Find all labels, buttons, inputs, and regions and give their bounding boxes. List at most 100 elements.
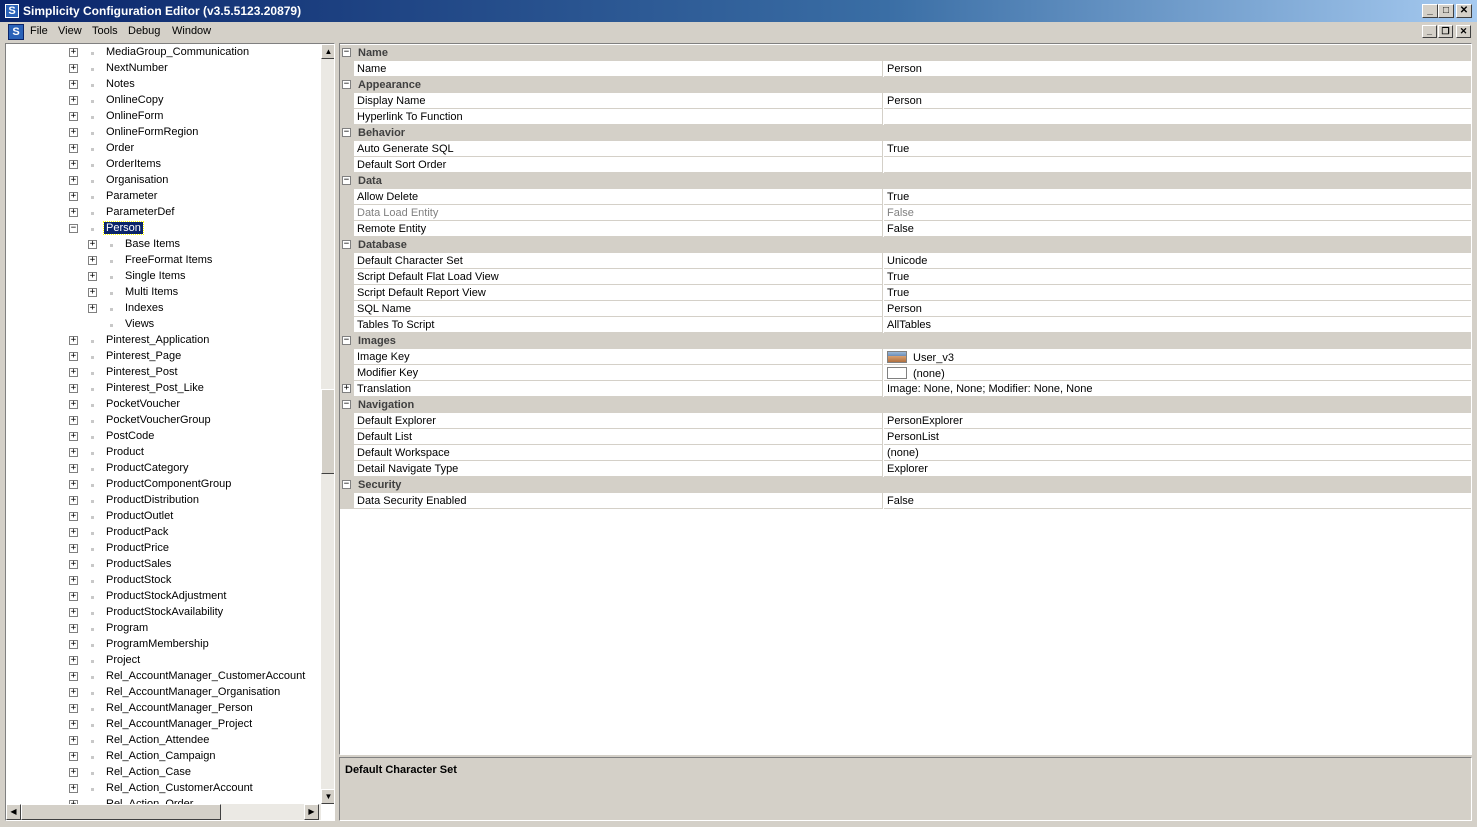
expand-icon[interactable]: + (69, 432, 78, 441)
property-name[interactable]: Tables To Script (354, 317, 883, 333)
tree-item-label[interactable]: Single Items (123, 270, 188, 282)
property-name[interactable]: Translation (354, 381, 883, 397)
menu-debug[interactable]: Debug (128, 25, 160, 37)
tree-item[interactable]: + PocketVoucherGroup (6, 413, 320, 429)
tree-item[interactable]: + Rel_AccountManager_Project (6, 717, 320, 733)
tree-item-label[interactable]: Rel_AccountManager_Project (104, 718, 254, 730)
tree-item-label[interactable]: Rel_Action_CustomerAccount (104, 782, 255, 794)
expand-icon[interactable]: + (88, 304, 97, 313)
tree-item[interactable]: + Pinterest_Application (6, 333, 320, 349)
tree-item[interactable]: + Notes (6, 77, 320, 93)
property-row[interactable]: Image Key User_v3 (340, 349, 1471, 365)
property-value[interactable]: (none) (884, 445, 1471, 461)
property-category[interactable]: − Security (340, 477, 1471, 493)
expand-icon[interactable]: + (69, 336, 78, 345)
tree-item-label[interactable]: ProductStock (104, 574, 173, 586)
tree-item-label[interactable]: Person (103, 221, 144, 235)
tree-item-label[interactable]: Notes (104, 78, 137, 90)
tree-item-label[interactable]: Rel_Action_Campaign (104, 750, 217, 762)
scroll-left-icon[interactable]: ◀ (6, 804, 21, 820)
tree-item-label[interactable]: OrderItems (104, 158, 163, 170)
expand-icon[interactable]: + (342, 384, 351, 393)
tree-item-label[interactable]: Rel_AccountManager_Person (104, 702, 255, 714)
tree-item-label[interactable]: PocketVoucher (104, 398, 182, 410)
tree-item[interactable]: + MediaGroup_Communication (6, 45, 320, 61)
property-row[interactable]: Detail Navigate Type Explorer (340, 461, 1471, 477)
expand-icon[interactable]: + (69, 720, 78, 729)
tree-item-label[interactable]: Rel_Action_Case (104, 766, 193, 778)
tree-item[interactable]: + ProductOutlet (6, 509, 320, 525)
property-name[interactable]: Auto Generate SQL (354, 141, 883, 157)
property-row[interactable]: Hyperlink To Function (340, 109, 1471, 125)
tree-item[interactable]: + Rel_Action_Case (6, 765, 320, 781)
tree-item[interactable]: + Rel_Action_Campaign (6, 749, 320, 765)
tree-item[interactable]: + Rel_AccountManager_Person (6, 701, 320, 717)
property-name[interactable]: Detail Navigate Type (354, 461, 883, 477)
collapse-icon[interactable]: − (342, 48, 351, 57)
collapse-icon[interactable]: − (342, 240, 351, 249)
tree-item[interactable]: + ProductCategory (6, 461, 320, 477)
tree-item[interactable]: + ProductPrice (6, 541, 320, 557)
property-category[interactable]: − Appearance (340, 77, 1471, 93)
tree-item-label[interactable]: ProductSales (104, 558, 173, 570)
property-row[interactable]: SQL Name Person (340, 301, 1471, 317)
tree-item[interactable]: + Rel_AccountManager_Organisation (6, 685, 320, 701)
property-name[interactable]: Default Sort Order (354, 157, 883, 173)
maximize-button[interactable]: □ (1438, 4, 1454, 18)
tree-item-label[interactable]: Multi Items (123, 286, 180, 298)
tree-item[interactable]: + FreeFormat Items (6, 253, 320, 269)
property-value[interactable]: PersonExplorer (884, 413, 1471, 429)
property-category[interactable]: − Name (340, 45, 1471, 61)
tree-item[interactable]: + Pinterest_Post (6, 365, 320, 381)
document-icon[interactable]: S (8, 24, 24, 40)
property-value[interactable] (884, 157, 1471, 173)
expand-icon[interactable]: + (69, 576, 78, 585)
property-row[interactable]: Auto Generate SQL True (340, 141, 1471, 157)
tree-item[interactable]: + PostCode (6, 429, 320, 445)
property-name[interactable]: SQL Name (354, 301, 883, 317)
collapse-icon[interactable]: − (342, 400, 351, 409)
property-value[interactable]: User_v3 (884, 349, 1471, 365)
expand-icon[interactable]: + (69, 688, 78, 697)
property-category[interactable]: − Behavior (340, 125, 1471, 141)
property-category[interactable]: − Images (340, 333, 1471, 349)
expand-icon[interactable]: + (69, 464, 78, 473)
expand-icon[interactable]: + (88, 272, 97, 281)
expand-icon[interactable]: + (69, 592, 78, 601)
scroll-thumb[interactable] (321, 389, 334, 474)
tree-item-label[interactable]: Rel_Action_Attendee (104, 734, 211, 746)
tree-item-label[interactable]: ProductPack (104, 526, 170, 538)
expand-icon[interactable]: + (69, 400, 78, 409)
tree-item[interactable]: + Rel_Action_CustomerAccount (6, 781, 320, 797)
expand-icon[interactable]: + (69, 640, 78, 649)
tree-item[interactable]: + Rel_Action_Order (6, 797, 320, 804)
property-row[interactable]: Default Workspace (none) (340, 445, 1471, 461)
tree-item[interactable]: + PocketVoucher (6, 397, 320, 413)
hscroll-thumb[interactable] (21, 804, 221, 820)
expand-icon[interactable]: + (69, 608, 78, 617)
tree-item-label[interactable]: Views (123, 318, 156, 330)
scroll-up-icon[interactable]: ▲ (321, 44, 334, 59)
property-name[interactable]: Modifier Key (354, 365, 883, 381)
expand-icon[interactable]: + (69, 784, 78, 793)
property-value[interactable] (884, 109, 1471, 125)
property-value[interactable]: False (884, 205, 1471, 221)
property-row[interactable]: Modifier Key (none) (340, 365, 1471, 381)
expand-icon[interactable]: + (88, 256, 97, 265)
tree-item[interactable]: + ProductDistribution (6, 493, 320, 509)
tree-item[interactable]: + ProductStockAvailability (6, 605, 320, 621)
collapse-icon[interactable]: − (342, 176, 351, 185)
tree-item-label[interactable]: Rel_AccountManager_Organisation (104, 686, 282, 698)
tree-item-label[interactable]: ParameterDef (104, 206, 176, 218)
expand-icon[interactable]: + (69, 496, 78, 505)
expand-icon[interactable]: + (69, 96, 78, 105)
minimize-button[interactable]: _ (1422, 4, 1438, 18)
property-name[interactable]: Display Name (354, 93, 883, 109)
child-close-button[interactable]: ✕ (1456, 25, 1471, 38)
expand-icon[interactable]: + (69, 144, 78, 153)
property-value[interactable]: Person (884, 301, 1471, 317)
tree-item-label[interactable]: Pinterest_Application (104, 334, 211, 346)
property-row[interactable]: Data Load Entity False (340, 205, 1471, 221)
property-value[interactable]: True (884, 141, 1471, 157)
expand-icon[interactable]: + (88, 240, 97, 249)
